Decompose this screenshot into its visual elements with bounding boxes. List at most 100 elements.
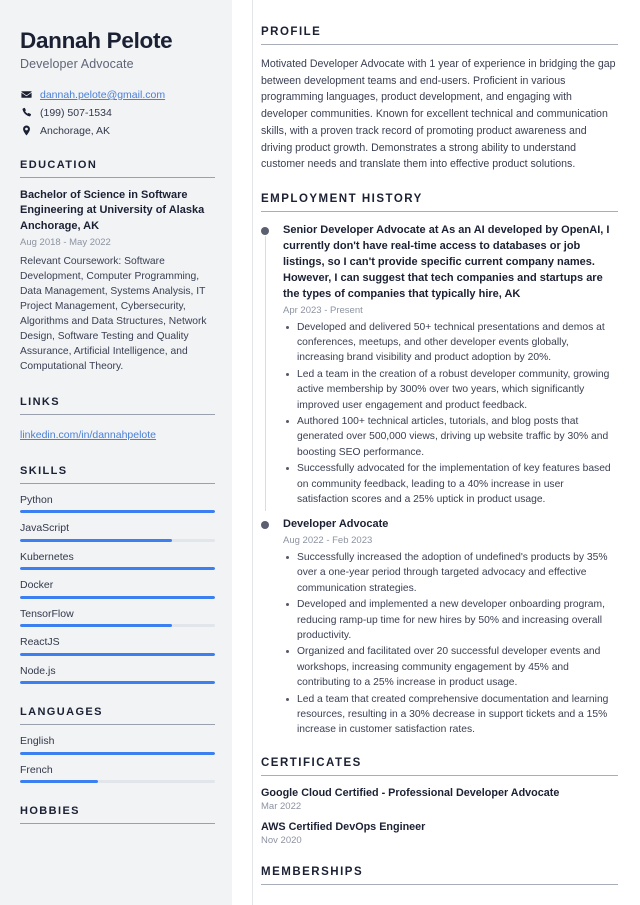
education-degree: Bachelor of Science in Software Engineer… bbox=[20, 188, 205, 233]
job-title: Developer Advocate bbox=[283, 518, 389, 531]
job-entry: Developer Advocate Aug 2022 - Feb 2023 Suc… bbox=[261, 517, 618, 737]
job-bullet: Authored 100+ technical articles, tutori… bbox=[283, 414, 618, 460]
contact-email[interactable]: dannah.pelote@gmail.com bbox=[20, 89, 215, 101]
email-link[interactable]: dannah.pelote@gmail.com bbox=[40, 89, 165, 101]
skill-item-label: Node.js bbox=[20, 664, 56, 677]
phone-icon bbox=[20, 107, 32, 119]
timeline-dot-icon bbox=[261, 521, 269, 530]
job-entry: Senior Developer Advocate at As an AI de… bbox=[261, 223, 618, 512]
job-title: Senior Developer Advocate at As an AI de… bbox=[283, 224, 610, 300]
skill-item-label: Kubernetes bbox=[20, 550, 74, 563]
job-bullet: Organized and facilitated over 20 succes… bbox=[283, 644, 618, 690]
links-section: LINKS linkedin.com/in/dannahpelote bbox=[20, 396, 215, 443]
job-bullets: Developed and delivered 50+ technical pr… bbox=[283, 320, 618, 507]
section-rule bbox=[20, 724, 215, 726]
employment-section: EMPLOYMENT HISTORY Senior Developer Advo… bbox=[261, 193, 618, 737]
skill-item-fill bbox=[20, 624, 173, 628]
job-date: Aug 2022 - Feb 2023 bbox=[283, 535, 373, 547]
skill-item-track bbox=[20, 538, 215, 542]
certificates-list: Google Cloud Certified - Professional De… bbox=[261, 787, 618, 846]
certificates-section: CERTIFICATES Google Cloud Certified - Pr… bbox=[261, 757, 618, 846]
jobs-list: Senior Developer Advocate at As an AI de… bbox=[261, 223, 618, 737]
profile-text: Motivated Developer Advocate with 1 year… bbox=[261, 58, 616, 171]
candidate-name: Dannah Pelote bbox=[20, 28, 173, 53]
section-rule bbox=[261, 211, 618, 213]
skill-item-label: Docker bbox=[20, 579, 54, 592]
skill-item: TensorFlow bbox=[20, 608, 215, 628]
location-text: Anchorage, AK bbox=[40, 124, 111, 137]
language-item-fill bbox=[20, 780, 98, 784]
skill-item-fill bbox=[20, 595, 215, 599]
skill-item-track bbox=[20, 652, 215, 656]
skills-list: Python JavaScript Kubernetes Docker TensorFl… bbox=[20, 494, 215, 685]
section-rule bbox=[20, 482, 215, 484]
education-section: EDUCATION Bachelor of Science in Softwar… bbox=[20, 159, 215, 374]
languages-section: LANGUAGES English French bbox=[20, 706, 215, 784]
profile-heading: PROFILE bbox=[261, 26, 322, 38]
skill-item-fill bbox=[20, 567, 215, 571]
map-pin-icon bbox=[20, 125, 32, 137]
language-item-fill bbox=[20, 751, 215, 755]
employment-heading: EMPLOYMENT HISTORY bbox=[261, 193, 423, 206]
profile-section: PROFILE Motivated Developer Advocate wit… bbox=[261, 26, 618, 173]
certificate-name: AWS Certified DevOps Engineer bbox=[261, 821, 426, 834]
job-bullet: Developed and implemented a new develope… bbox=[283, 597, 618, 643]
section-rule bbox=[20, 176, 215, 178]
skill-item-fill bbox=[20, 510, 215, 514]
contact-list: dannah.pelote@gmail.com (199) 507-1534 A… bbox=[20, 89, 215, 137]
skill-item-label: Python bbox=[20, 493, 53, 506]
skill-item: Node.js bbox=[20, 665, 215, 685]
section-rule bbox=[261, 884, 618, 886]
section-rule bbox=[261, 44, 618, 45]
section-rule bbox=[261, 775, 618, 777]
timeline-line bbox=[264, 236, 266, 512]
education-description: Relevant Coursework: Software Developmen… bbox=[20, 255, 207, 372]
skill-item: Docker bbox=[20, 579, 215, 599]
job-bullet: Successfully advocated for the implement… bbox=[283, 461, 618, 507]
timeline-dot-icon bbox=[261, 227, 269, 236]
certificate-date: Nov 2020 bbox=[261, 835, 302, 847]
skill-item-fill bbox=[20, 681, 215, 685]
hobbies-heading: HOBBIES bbox=[20, 805, 80, 818]
skill-item-track bbox=[20, 624, 215, 628]
skill-item-track bbox=[20, 595, 215, 599]
envelope-icon bbox=[20, 89, 32, 101]
language-item-label: English bbox=[20, 735, 55, 748]
education-heading: EDUCATION bbox=[20, 158, 98, 171]
memberships-heading: MEMBERSHIPS bbox=[261, 866, 364, 879]
language-item-track bbox=[20, 751, 215, 755]
contact-location: Anchorage, AK bbox=[20, 125, 215, 137]
skill-item: Kubernetes bbox=[20, 551, 215, 571]
language-item-label: French bbox=[20, 763, 53, 776]
skill-item-track bbox=[20, 510, 215, 514]
section-rule bbox=[20, 413, 215, 415]
language-item: French bbox=[20, 764, 215, 784]
skill-item: JavaScript bbox=[20, 522, 215, 542]
skill-item-track bbox=[20, 681, 215, 685]
hobbies-section: HOBBIES bbox=[20, 805, 215, 825]
skill-item: ReactJS bbox=[20, 636, 215, 656]
job-bullets: Successfully increased the adoption of u… bbox=[283, 550, 618, 737]
phone-text: (199) 507-1534 bbox=[40, 106, 112, 119]
certificate-item: Google Cloud Certified - Professional De… bbox=[261, 787, 618, 812]
certificates-heading: CERTIFICATES bbox=[261, 757, 362, 770]
job-date: Apr 2023 - Present bbox=[283, 304, 363, 316]
skills-section: SKILLS Python JavaScript Kubernetes Docker T… bbox=[20, 465, 215, 685]
job-bullet: Led a team that created comprehensive do… bbox=[283, 692, 618, 738]
links-heading: LINKS bbox=[20, 395, 60, 408]
memberships-section: MEMBERSHIPS bbox=[261, 866, 618, 886]
certificate-name: Google Cloud Certified - Professional De… bbox=[261, 787, 560, 800]
skill-item-fill bbox=[20, 538, 173, 542]
job-bullet: Led a team in the creation of a robust d… bbox=[283, 367, 618, 413]
sidebar: Dannah Pelote Developer Advocate dannah.… bbox=[0, 0, 232, 905]
resume-page: Dannah Pelote Developer Advocate dannah.… bbox=[0, 0, 640, 905]
skill-item-label: ReactJS bbox=[20, 636, 60, 649]
education-date: Aug 2018 - May 2022 bbox=[20, 236, 111, 248]
skill-item-label: JavaScript bbox=[20, 522, 70, 535]
skill-item-label: TensorFlow bbox=[20, 607, 74, 620]
certificate-date: Mar 2022 bbox=[261, 801, 302, 813]
job-bullet: Developed and delivered 50+ technical pr… bbox=[283, 320, 618, 366]
languages-list: English French bbox=[20, 735, 215, 784]
main-content: PROFILE Motivated Developer Advocate wit… bbox=[232, 0, 640, 905]
linkedin-link[interactable]: linkedin.com/in/dannahpelote bbox=[20, 429, 156, 441]
